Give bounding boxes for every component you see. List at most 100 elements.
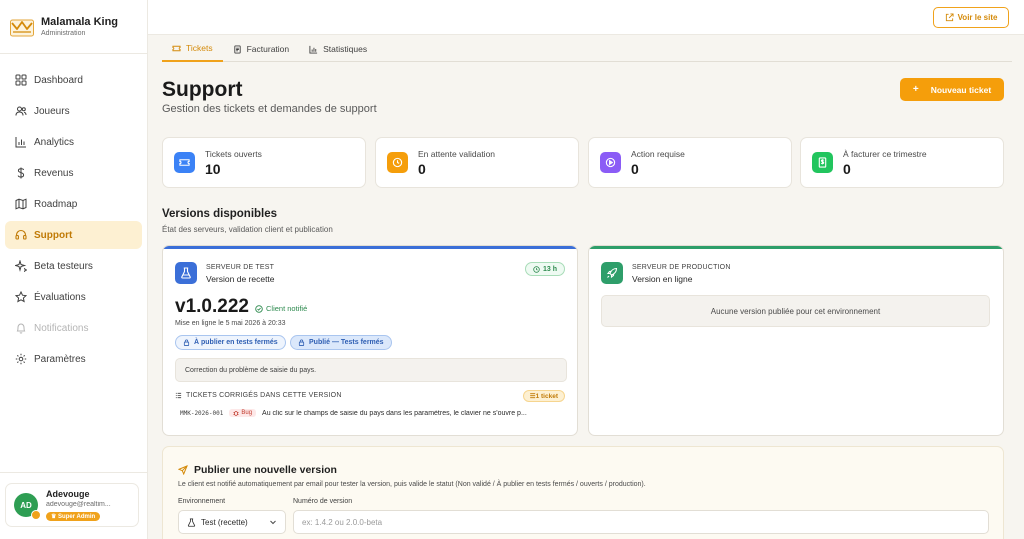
tab-label: Tickets bbox=[186, 43, 213, 53]
sidebar-item-dashboard[interactable]: Dashboard bbox=[5, 66, 142, 94]
dollar-icon bbox=[17, 167, 25, 179]
stat-label: Tickets ouverts bbox=[205, 148, 262, 159]
card-accent-bar bbox=[163, 246, 577, 249]
status-pill-closed-tests-to-publish[interactable]: À publier en tests fermés bbox=[175, 335, 286, 350]
user-name: Adevouge bbox=[46, 489, 90, 499]
avatar-initials: AD bbox=[20, 500, 32, 510]
environment-select[interactable]: Test (recette) bbox=[178, 510, 286, 534]
sidebar-item-label: Dashboard bbox=[34, 74, 83, 86]
check-circle-icon bbox=[255, 304, 263, 313]
sidebar-item-joueurs[interactable]: Joueurs bbox=[5, 97, 142, 125]
brand[interactable]: Malamala King Administration bbox=[0, 0, 147, 54]
sidebar: Malamala King Administration Dashboard J… bbox=[0, 0, 148, 539]
sidebar-item-notifications[interactable]: Notifications bbox=[5, 314, 142, 342]
stat-value: 0 bbox=[843, 160, 851, 177]
version-number: v1.0.222 bbox=[175, 296, 249, 317]
version-number-input[interactable] bbox=[293, 510, 989, 534]
user-email: adevouge@realtim... bbox=[46, 501, 111, 508]
table-row[interactable]: MMK-2026-001 Bug Au clic sur le champs d… bbox=[180, 409, 570, 417]
pill-label: À publier en tests fermés bbox=[194, 339, 278, 346]
env-label: SERVEUR DE PRODUCTION bbox=[632, 264, 731, 271]
users-icon bbox=[15, 106, 27, 116]
sidebar-item-evaluations[interactable]: Évaluations bbox=[5, 283, 142, 311]
bar-chart-icon bbox=[309, 45, 318, 54]
online-date: Mise en ligne le 5 mai 2026 à 20:33 bbox=[175, 320, 286, 327]
ticket-title: Au clic sur le champs de saisie du pays … bbox=[262, 409, 527, 417]
gear-icon bbox=[15, 353, 27, 365]
crown-logo-icon bbox=[10, 19, 34, 36]
sidebar-divider bbox=[0, 472, 148, 473]
sidebar-item-label: Analytics bbox=[34, 136, 75, 148]
sidebar-item-label: Beta testeurs bbox=[34, 260, 93, 272]
send-icon bbox=[178, 465, 188, 475]
bar-chart-icon bbox=[15, 137, 26, 148]
user-card[interactable]: AD Adevouge adevouge@realtim... ♛ Super … bbox=[5, 483, 139, 527]
crown-badge-icon bbox=[31, 510, 41, 520]
publish-title: Publier une nouvelle version bbox=[178, 464, 337, 476]
lock-icon bbox=[298, 339, 305, 346]
tab-statistiques[interactable]: Statistiques bbox=[299, 36, 377, 62]
stat-value: 0 bbox=[418, 160, 426, 177]
stat-label: En attente validation bbox=[418, 148, 496, 159]
list-icon bbox=[175, 392, 182, 399]
dashboard-icon bbox=[15, 74, 27, 86]
headset-icon bbox=[15, 229, 27, 240]
environment-value: Test (recette) bbox=[201, 517, 248, 527]
versions-title: Versions disponibles bbox=[162, 208, 278, 220]
production-server-card: SERVEUR DE PRODUCTION Version en ligne A… bbox=[588, 245, 1004, 436]
role-badge: ♛ Super Admin bbox=[46, 512, 101, 521]
view-site-button[interactable]: Voir le site bbox=[933, 7, 1009, 28]
plus-icon: + bbox=[912, 84, 919, 95]
bug-label: Bug bbox=[241, 410, 253, 416]
publish-description: Le client est notifié automatiquement pa… bbox=[178, 481, 646, 488]
sidebar-item-beta-testeurs[interactable]: Beta testeurs bbox=[5, 252, 142, 280]
sidebar-item-label: Support bbox=[34, 229, 73, 241]
sidebar-item-label: Paramètres bbox=[34, 353, 86, 365]
stat-value: 0 bbox=[631, 160, 639, 177]
ticket-icon bbox=[174, 152, 195, 173]
tab-label: Statistiques bbox=[323, 44, 368, 54]
sidebar-item-label: Roadmap bbox=[34, 198, 78, 210]
play-circle-icon bbox=[600, 152, 621, 173]
stat-card-pending-validation: En attente validation 0 bbox=[375, 137, 579, 188]
sidebar-item-support[interactable]: Support bbox=[5, 221, 142, 249]
stat-value: 10 bbox=[205, 160, 221, 177]
tab-facturation[interactable]: Facturation bbox=[223, 36, 300, 62]
sidebar-item-revenus[interactable]: Revenus bbox=[5, 159, 142, 187]
env-name: Version en ligne bbox=[632, 274, 693, 284]
fixed-tickets-title: TICKETS CORRIGÉS DANS CETTE VERSION bbox=[175, 392, 342, 399]
sidebar-nav: Dashboard Joueurs Analytics Revenus Road… bbox=[0, 54, 147, 373]
release-note: Correction du problème de saisie du pays… bbox=[175, 358, 567, 382]
sidebar-item-parametres[interactable]: Paramètres bbox=[5, 345, 142, 373]
stat-card-action-required: Action requise 0 bbox=[588, 137, 792, 188]
clock-icon bbox=[533, 265, 540, 273]
environment-label: Environnement bbox=[178, 498, 226, 505]
stat-label: À facturer ce trimestre bbox=[843, 148, 927, 159]
status-pill-closed-tests-published[interactable]: Publié — Tests fermés bbox=[290, 335, 392, 350]
role-label: Super Admin bbox=[58, 514, 96, 520]
sidebar-item-roadmap[interactable]: Roadmap bbox=[5, 190, 142, 218]
new-ticket-label: Nouveau ticket bbox=[930, 84, 992, 95]
env-label: SERVEUR DE TEST bbox=[206, 264, 275, 271]
fixed-count-badge: ☰ 1 ticket bbox=[522, 390, 565, 402]
pill-label: Publié — Tests fermés bbox=[309, 339, 384, 346]
sidebar-item-analytics[interactable]: Analytics bbox=[5, 128, 142, 156]
ticket-id: MMK-2026-001 bbox=[180, 409, 224, 417]
rocket-icon bbox=[601, 262, 623, 284]
view-site-label: Voir le site bbox=[957, 13, 998, 22]
star-icon bbox=[15, 291, 27, 303]
sidebar-item-label: Notifications bbox=[34, 322, 89, 334]
bug-badge: Bug bbox=[229, 409, 257, 417]
tab-tickets[interactable]: Tickets bbox=[162, 36, 223, 62]
page-title: Support bbox=[162, 78, 243, 101]
version-number-label: Numéro de version bbox=[293, 498, 353, 505]
client-notified: Client notifié bbox=[255, 304, 307, 313]
versions-subtitle: État des serveurs, validation client et … bbox=[162, 225, 333, 234]
empty-state: Aucune version publiée pour cet environn… bbox=[601, 295, 990, 327]
bug-icon bbox=[233, 411, 239, 416]
brand-subtitle: Administration bbox=[41, 30, 86, 37]
tab-label: Facturation bbox=[246, 44, 290, 54]
invoice-dollar-icon bbox=[812, 152, 833, 173]
new-ticket-button[interactable]: + Nouveau ticket bbox=[900, 78, 1004, 101]
sidebar-item-label: Joueurs bbox=[34, 105, 70, 117]
